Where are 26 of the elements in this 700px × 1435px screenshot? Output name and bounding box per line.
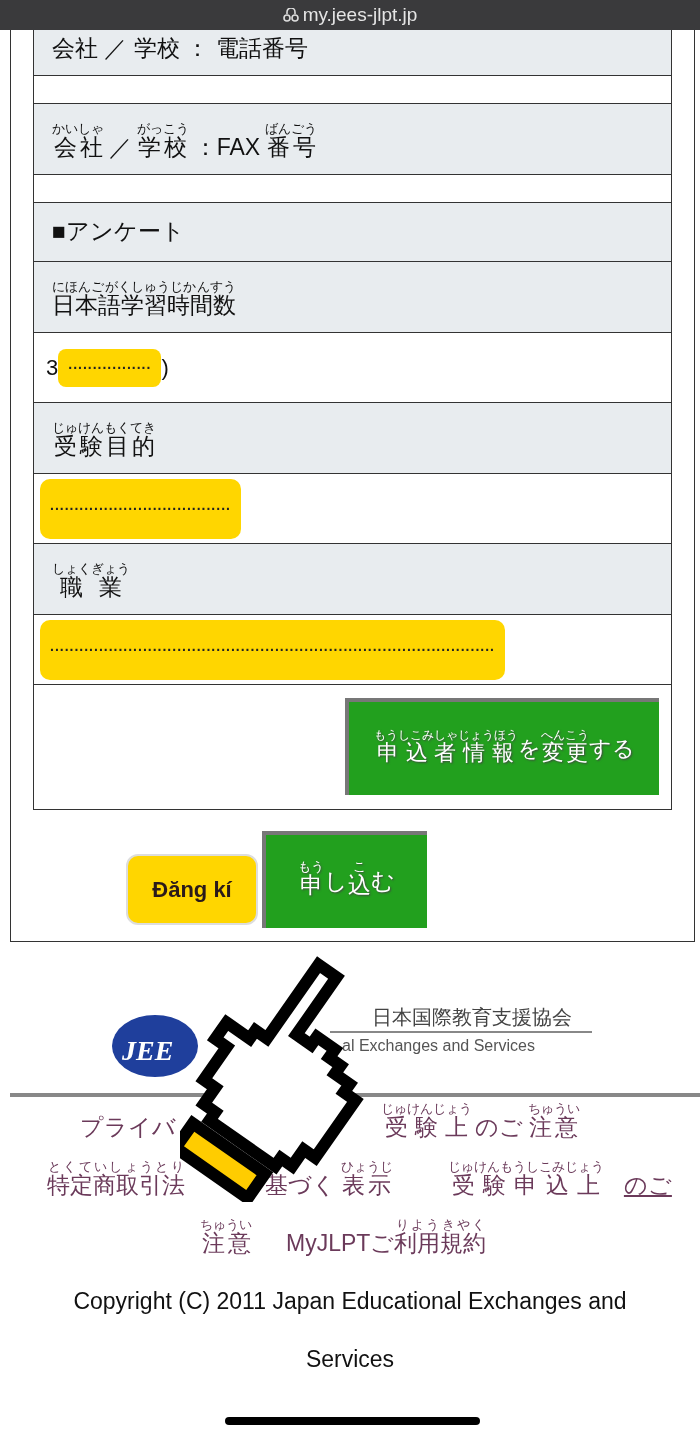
field-label: 職業 しょくぎょう bbox=[52, 562, 130, 602]
sticker-label: Đăng kí bbox=[126, 854, 258, 925]
field-label: 受験目的 じゅけんもくてき bbox=[52, 421, 156, 461]
footer-link[interactable]: 受験上 じゅけんじょう のご 注意 ちゅうい bbox=[381, 1102, 580, 1142]
field-value: 3 bbox=[46, 354, 59, 382]
footer-link[interactable]: 受験申込上 じゅけんもうしこみじょう bbox=[447, 1160, 604, 1200]
redaction-marker: ........................................................................................... bbox=[40, 619, 505, 680]
copyright-text: Copyright (C) 2011 Japan Educational Exchanges and Services bbox=[72, 1287, 628, 1374]
organization-name: 日本国際教育支援協会 bbox=[372, 1006, 572, 1028]
url-text[interactable]: my.jees-jlpt.jp bbox=[302, 0, 418, 30]
footer-link[interactable]: のご bbox=[623, 1171, 672, 1200]
organization-name-english: al Exchanges and Services bbox=[342, 1036, 535, 1056]
logo-text: JEE bbox=[122, 1034, 174, 1068]
lock-icon bbox=[282, 8, 299, 22]
field-label: 会社 かいしゃ ／ 学校 がっこう ：FAX 番号 ばんごう bbox=[52, 122, 318, 162]
redaction-marker: ..................................... bbox=[40, 478, 241, 539]
field-label: 日本語学習時間数 にほんごがくしゅうじかんすう bbox=[52, 280, 236, 320]
field-value: ) bbox=[161, 354, 169, 382]
redaction-marker: ................. bbox=[58, 348, 162, 387]
section-heading: ■アンケート bbox=[52, 218, 185, 246]
footer-link[interactable]: 基づく 表示 ひょうじ bbox=[265, 1160, 393, 1200]
footer-link[interactable]: プライバ bbox=[80, 1113, 176, 1142]
footer-link[interactable]: MyJLPTご利用規約 りようきやく bbox=[286, 1218, 487, 1258]
field-label: 会社 ／ 学校 ： 電話番号 bbox=[52, 35, 308, 63]
footer-link[interactable]: 注意 ちゅうい bbox=[200, 1218, 252, 1258]
footer-link[interactable]: 特定商取引法 とくていしょうとり bbox=[47, 1160, 185, 1200]
